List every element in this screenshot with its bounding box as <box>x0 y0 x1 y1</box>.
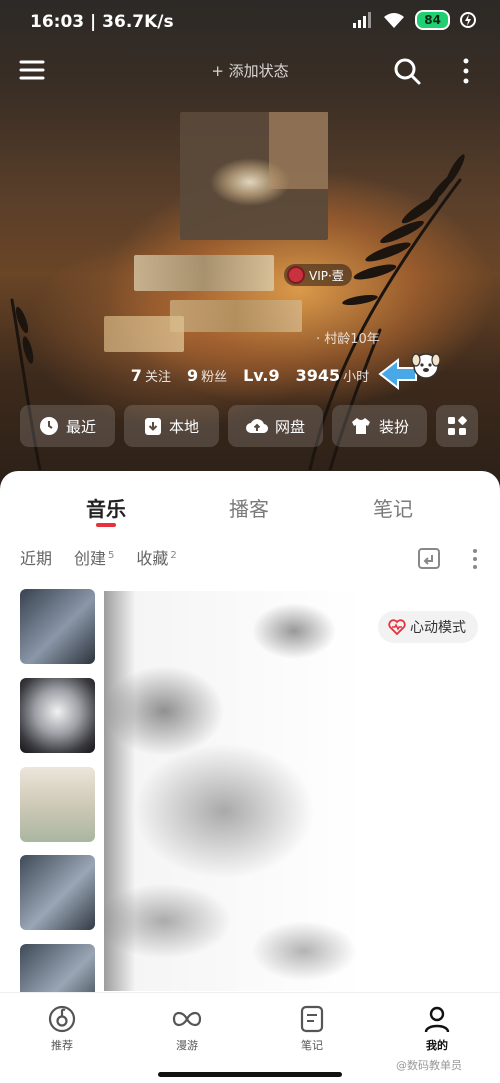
subtab-count: 2 <box>170 549 177 561</box>
more-options-icon[interactable] <box>468 547 482 571</box>
stat-label: 粉丝 <box>201 370 228 385</box>
subtab-label: 收藏 <box>136 549 169 568</box>
nav-notes[interactable]: 笔记 <box>272 1005 352 1053</box>
stat-label: 关注 <box>144 370 171 385</box>
stat-num: 9 <box>186 366 199 385</box>
app-root: 16:03 | 36.7K/s 84 + 添加状态 VIP·壹 · 村龄10年 … <box>0 0 500 1083</box>
tab-music[interactable]: 音乐 <box>86 493 126 522</box>
download-icon <box>144 418 161 435</box>
subtab-label: 近期 <box>20 549 53 568</box>
infinity-icon <box>172 1011 202 1027</box>
local-label: 本地 <box>168 417 199 436</box>
shirt-icon <box>351 418 370 434</box>
stat-num: 3945 <box>295 366 341 385</box>
playlist-cover[interactable] <box>20 678 95 753</box>
subtab-collected[interactable]: 收藏 2 <box>136 545 176 569</box>
signal-icon <box>353 12 372 28</box>
vip-label: VIP·壹 <box>309 268 344 283</box>
battery-level: 84 <box>415 10 450 30</box>
nav-roam[interactable]: 漫游 <box>147 1005 227 1053</box>
playlist-titles-redacted <box>104 591 366 991</box>
recent-button[interactable]: 最近 <box>20 405 115 447</box>
subtab-recent[interactable]: 近期 <box>20 545 52 569</box>
grid-icon <box>448 416 467 435</box>
recent-label: 最近 <box>65 417 96 436</box>
nav-label: 推荐 <box>51 1039 73 1052</box>
signature-redacted-2 <box>104 316 184 352</box>
status-bar: 16:03 | 36.7K/s 84 <box>0 0 500 46</box>
arrow-pointer-icon <box>378 353 440 391</box>
dress-up-label: 装扮 <box>378 417 409 436</box>
stat-listen-hours[interactable]: 3945 小时 <box>296 366 370 385</box>
avatar[interactable] <box>180 112 328 240</box>
more-vertical-icon[interactable] <box>456 56 476 86</box>
more-apps-button[interactable] <box>436 405 478 447</box>
playlist-cover[interactable] <box>20 589 95 664</box>
vinyl-icon <box>287 266 305 284</box>
charging-icon <box>460 12 476 28</box>
status-time: 16:03 | 36.7K/s <box>30 12 174 32</box>
netease-icon <box>48 1005 76 1033</box>
nav-recommend[interactable]: 推荐 <box>22 1005 102 1053</box>
tab-podcast[interactable]: 播客 <box>229 493 269 522</box>
stat-level[interactable]: Lv.9 <box>243 366 280 385</box>
cloud-icon <box>246 419 268 434</box>
active-tab-indicator <box>96 523 116 527</box>
stat-num: 7 <box>130 366 142 385</box>
stat-num: Lv.9 <box>243 366 280 385</box>
cloud-drive-button[interactable]: 网盘 <box>228 405 323 447</box>
search-icon[interactable] <box>392 56 422 86</box>
add-status-button[interactable]: + 添加状态 <box>0 60 500 81</box>
subtab-created[interactable]: 创建 5 <box>74 545 114 569</box>
nav-label: 笔记 <box>301 1039 323 1052</box>
stat-label: 小时 <box>343 370 370 385</box>
vip-badge[interactable]: VIP·壹 <box>284 264 352 286</box>
signature-redacted <box>170 300 302 332</box>
quick-actions: 最近 本地 网盘 装扮 <box>20 405 478 447</box>
playlist-cover[interactable] <box>20 855 95 930</box>
local-button[interactable]: 本地 <box>124 405 219 447</box>
stat-followers[interactable]: 9 粉丝 <box>187 366 227 385</box>
clock-icon <box>39 417 58 435</box>
note-icon <box>300 1005 324 1033</box>
subtab-label: 创建 <box>74 549 107 568</box>
import-playlist-icon[interactable] <box>416 547 442 571</box>
account-age: · 村龄10年 <box>316 332 380 347</box>
watermark: @数码教单员 <box>396 1059 462 1072</box>
stat-following[interactable]: 7 关注 <box>131 366 171 385</box>
user-icon <box>424 1006 450 1033</box>
heart-mode-label: 心动模式 <box>410 620 466 636</box>
sub-tabs: 近期 创建 5 收藏 2 <box>20 545 177 575</box>
heart-mode-button[interactable]: 心动模式 <box>378 611 478 643</box>
nav-label: 漫游 <box>176 1039 198 1052</box>
home-indicator[interactable] <box>158 1072 342 1077</box>
content-tabs: 音乐 播客 笔记 <box>0 493 500 533</box>
cloud-drive-label: 网盘 <box>274 417 305 436</box>
dress-up-button[interactable]: 装扮 <box>332 405 427 447</box>
heartbeat-icon <box>388 619 406 635</box>
wifi-icon <box>384 13 405 28</box>
top-bar: + 添加状态 <box>0 50 500 92</box>
nickname-redacted <box>134 255 274 291</box>
tab-notes[interactable]: 笔记 <box>373 493 413 522</box>
subtab-count: 5 <box>108 549 115 561</box>
playlist-cover[interactable] <box>20 767 95 842</box>
nav-label: 我的 <box>426 1039 448 1052</box>
nav-mine[interactable]: 我的 <box>397 1005 477 1053</box>
